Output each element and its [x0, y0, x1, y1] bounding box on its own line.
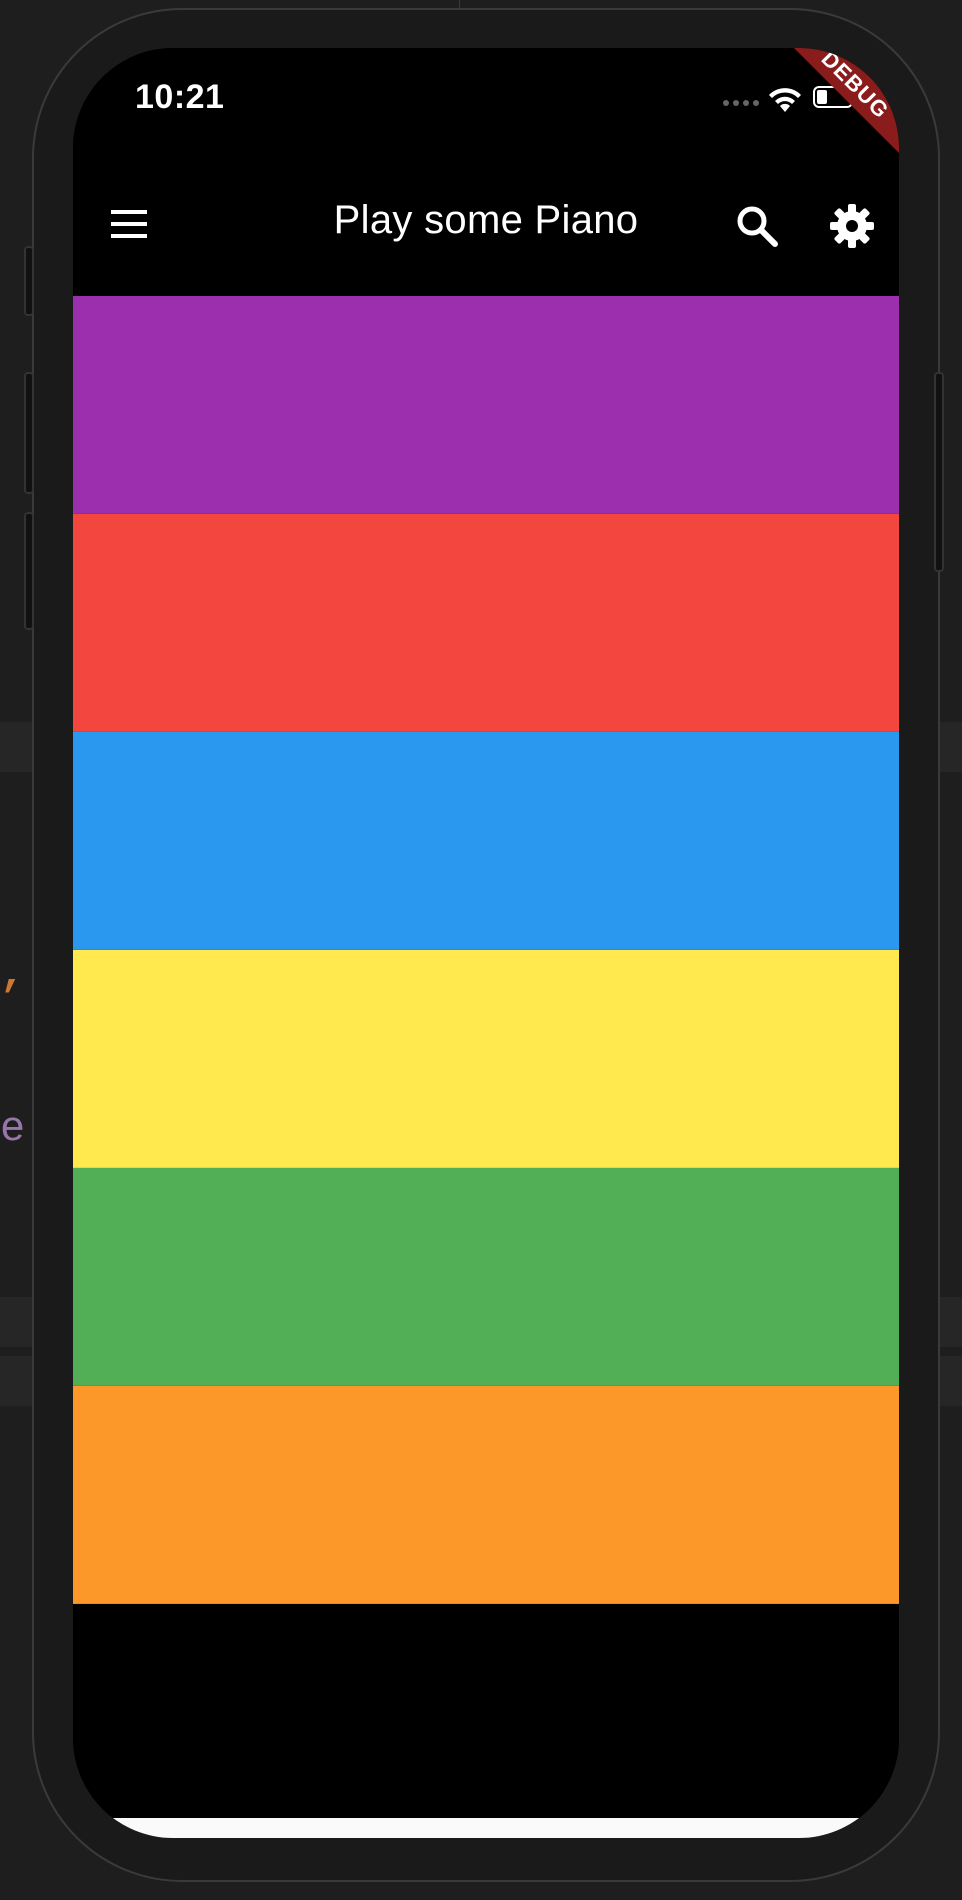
piano-key-yellow[interactable] [73, 950, 899, 1168]
signal-icon [723, 100, 763, 110]
status-time: 10:21 [135, 78, 225, 116]
piano-key-green[interactable] [73, 1168, 899, 1386]
phone-power-button [934, 372, 944, 572]
phone-volume-down-button [24, 512, 34, 630]
piano-keys [73, 296, 899, 1604]
phone-screen: 10:21 DEBUG Play some Piano [73, 48, 899, 1838]
search-icon[interactable] [735, 204, 779, 248]
piano-key-blue[interactable] [73, 732, 899, 950]
empty-area [73, 1604, 899, 1820]
wifi-icon [769, 88, 801, 112]
status-bar: 10:21 DEBUG [73, 48, 899, 168]
home-bar-area [73, 1818, 899, 1838]
notch [254, 48, 718, 114]
piano-key-red[interactable] [73, 514, 899, 732]
piano-key-purple[interactable] [73, 296, 899, 514]
gear-icon[interactable] [828, 202, 876, 250]
piano-key-orange[interactable] [73, 1386, 899, 1604]
app-bar: Play some Piano [73, 158, 899, 296]
phone-volume-up-button [24, 372, 34, 494]
editor-code-comma: , [0, 950, 26, 998]
phone-silent-switch [24, 246, 34, 316]
